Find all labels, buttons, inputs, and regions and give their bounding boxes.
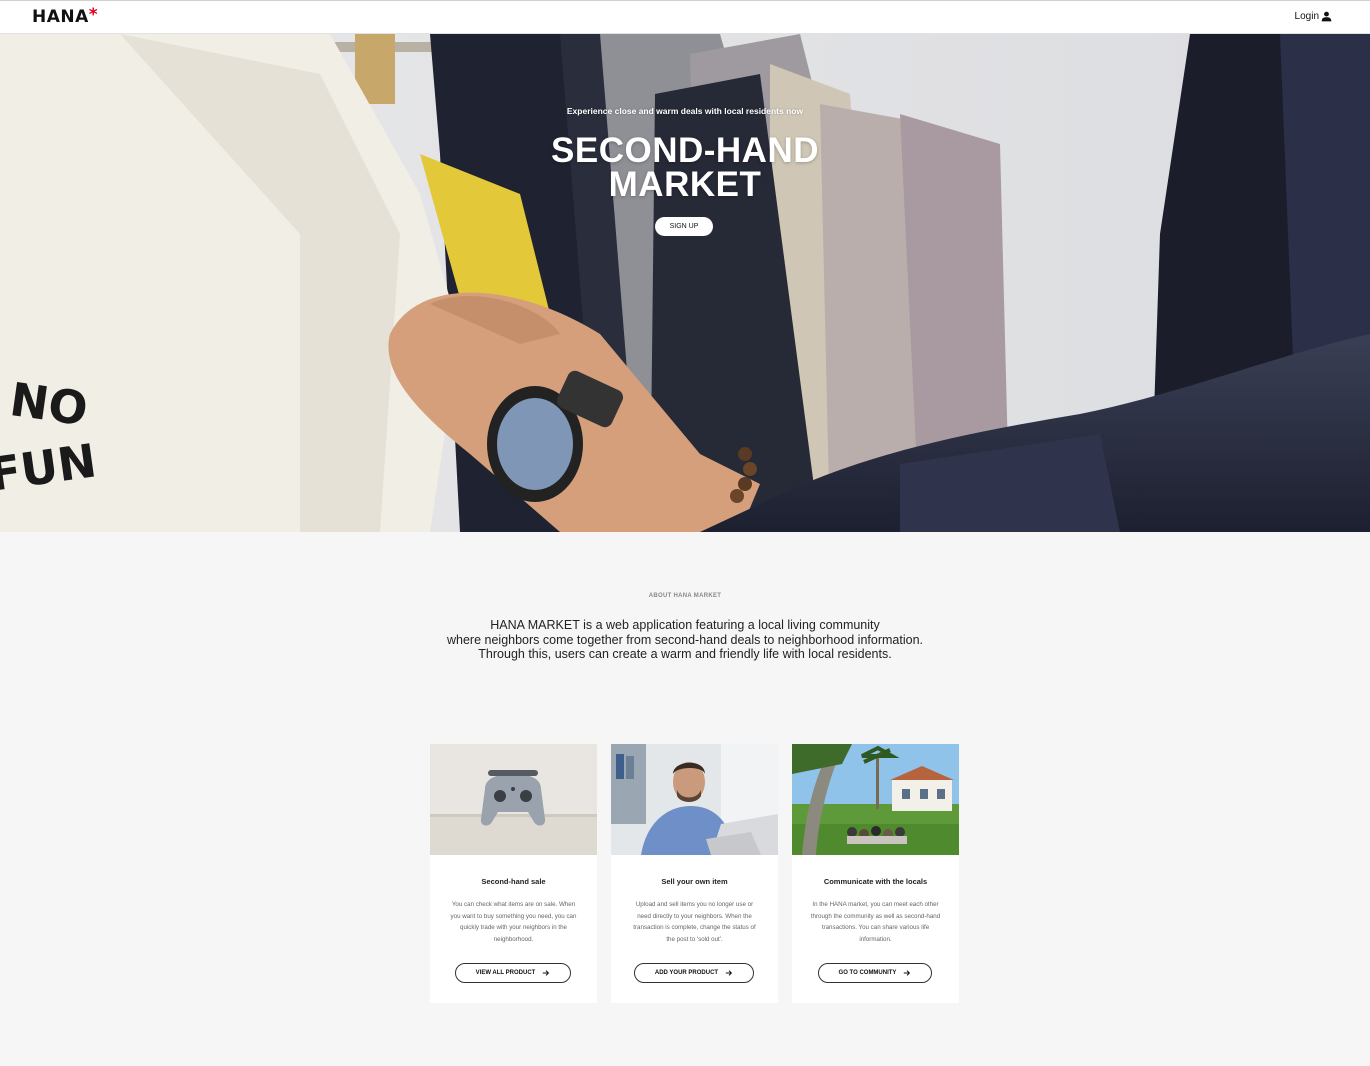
feature-card-second-hand-sale: Second-hand sale You can check what item… [430,744,597,1003]
hero-subtitle: Experience close and warm deals with loc… [566,106,804,116]
about-line: where neighbors come together from secon… [447,632,923,647]
go-to-community-button[interactable]: GO TO COMMUNITY [818,963,932,983]
top-header: HANA* Login [0,0,1370,34]
about-line: HANA MARKET is a web application featuri… [490,618,880,632]
button-label: VIEW ALL PRODUCT [475,970,536,976]
man-laptop-image [611,744,778,855]
signup-button[interactable]: SIGN UP [655,217,713,236]
controller-image [430,744,597,855]
card-title: Second-hand sale [481,877,546,886]
logo-asterisk: * [88,5,99,25]
hero-banner: NO FUN Experience close and warm deals w… [0,34,1370,532]
arrow-right-icon [725,970,733,976]
arrow-right-icon [543,970,550,976]
login-link[interactable]: Login [1295,11,1332,22]
shirt-print-line1: NO [7,372,91,436]
card-title: Sell your own item [661,877,728,886]
feature-card-sell-item: Sell your own item Upload and sell items… [611,744,778,1003]
card-description: You can check what items are on sale. Wh… [450,901,577,943]
card-description: Upload and sell items you no longer use … [633,901,756,943]
feature-card-community: Communicate with the locals In the HANA … [792,744,959,1003]
brand-logo[interactable]: HANA* [32,5,99,27]
arrow-right-icon [904,970,911,976]
community-park-image [792,744,959,855]
add-your-product-button[interactable]: ADD YOUR PRODUCT [634,963,754,983]
hero-title: SECOND-HAND MARKET [0,131,1370,204]
card-description: In the HANA market, you can meet each ot… [810,901,941,943]
button-label: ADD YOUR PRODUCT [654,970,719,976]
about-section-label: ABOUT HANA MARKET [648,593,722,599]
hero-title-line1: SECOND-HAND [551,131,819,170]
logo-text: HANA [32,7,89,27]
view-all-product-button[interactable]: VIEW ALL PRODUCT [455,963,571,983]
user-icon [1321,11,1332,22]
about-description: HANA MARKET is a web application featuri… [0,618,1370,662]
button-label: GO TO COMMUNITY [838,970,897,976]
hero-title-line2: MARKET [608,165,762,204]
card-title: Communicate with the locals [823,877,928,886]
about-line: Through this, users can create a warm an… [478,647,892,661]
login-label: Login [1294,11,1319,22]
